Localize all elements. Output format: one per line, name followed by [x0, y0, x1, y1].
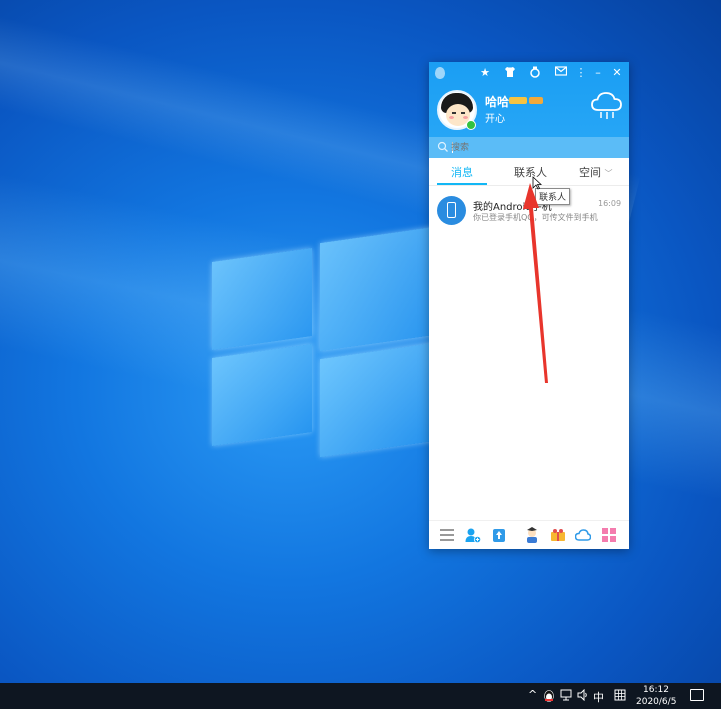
tab-messages[interactable]: 消息 [451, 164, 473, 180]
file-transfer-icon[interactable] [491, 527, 507, 543]
volume-icon[interactable] [577, 689, 589, 701]
close-icon[interactable]: ✕ [610, 66, 624, 80]
add-contact-icon[interactable] [465, 527, 481, 543]
nickname: 哈哈 [485, 95, 510, 109]
qq-tray-icon[interactable] [543, 689, 555, 703]
keyboard-grid-icon[interactable] [614, 689, 626, 701]
active-tab-indicator [437, 183, 487, 185]
medal-icon[interactable] [528, 66, 542, 80]
shirt-icon[interactable] [503, 66, 517, 80]
avatar-eye [452, 112, 456, 114]
search-bar[interactable] [429, 137, 629, 158]
star-icon[interactable]: ★ [478, 66, 492, 80]
tab-qzone[interactable]: 空间 ﹀ [579, 164, 613, 180]
app-grid-icon[interactable] [601, 527, 617, 543]
logo-pane [212, 247, 312, 351]
qq-header: ★ ⋮ – ✕ 哈哈 开心 [429, 62, 629, 158]
list-item-time: 16:09 [598, 199, 622, 208]
tooltip: 联系人 [535, 188, 571, 205]
android-phone-avatar [437, 196, 466, 225]
mouse-cursor-icon [532, 176, 542, 190]
avatar-eye [461, 112, 465, 114]
main-menu-icon[interactable] [439, 527, 455, 543]
clock-date: 2020/6/5 [636, 697, 677, 707]
search-icon [437, 141, 448, 152]
gift-box-icon[interactable] [550, 527, 566, 543]
logo-pane [212, 343, 312, 447]
cloud-icon[interactable] [575, 527, 591, 543]
online-status-icon[interactable] [466, 120, 476, 130]
network-icon[interactable] [560, 689, 572, 701]
taskbar: ^ 中 16:12 2020/6/5 [0, 683, 721, 709]
logo-pane [320, 342, 435, 458]
title-bar[interactable]: ★ ⋮ – ✕ [429, 62, 629, 84]
tab-bar: 消息 联系人 空间 ﹀ [429, 158, 629, 186]
qq-main-window: ★ ⋮ – ✕ 哈哈 开心 搜索 消息 联系人 空间 ﹀ 我的Android手机… [429, 62, 629, 549]
weather-rain-icon[interactable] [589, 90, 625, 120]
mail-icon[interactable] [554, 66, 568, 80]
tab-qzone-label: 空间 [579, 166, 601, 179]
avatar-blush [463, 116, 468, 119]
clock-time: 16:12 [643, 685, 669, 695]
clock[interactable]: 16:12 2020/6/5 [636, 684, 676, 708]
ime-indicator[interactable]: 中 [593, 689, 604, 705]
more-menu-icon[interactable]: ⋮ [574, 66, 588, 80]
tab-contacts[interactable]: 联系人 [514, 164, 547, 180]
qq-penguin-icon [435, 67, 445, 79]
chevron-up-icon[interactable]: ^ [528, 688, 537, 701]
phone-icon [447, 202, 456, 218]
notification-center-icon[interactable] [690, 689, 704, 701]
vip-badge-icon[interactable] [529, 97, 543, 104]
search-input[interactable] [451, 140, 621, 155]
chevron-down-icon: ﹀ [604, 169, 613, 178]
logo-pane [320, 226, 435, 352]
signature[interactable]: 开心 [485, 110, 505, 125]
avatar-blush [449, 116, 454, 119]
level-badge-icon[interactable] [509, 97, 527, 104]
minimize-icon[interactable]: – [591, 66, 605, 80]
list-item[interactable]: 我的Android手机 16:09 你已登录手机QQ，可传文件到手机 [429, 192, 629, 228]
game-character-icon[interactable] [524, 527, 540, 543]
list-item-preview: 你已登录手机QQ，可传文件到手机 [473, 213, 598, 222]
windows-logo [210, 225, 440, 458]
bottom-toolbar [429, 520, 629, 549]
